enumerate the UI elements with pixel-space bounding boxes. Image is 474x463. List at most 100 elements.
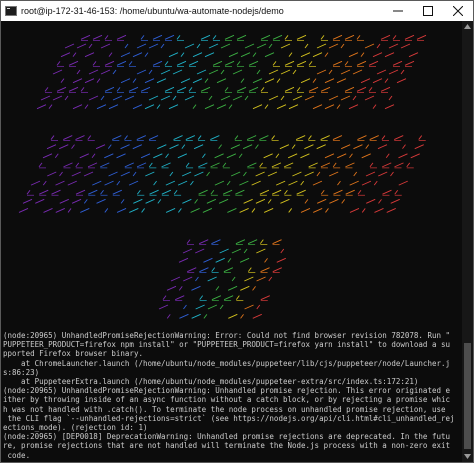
scroll-up-icon[interactable]	[462, 21, 473, 32]
banner-stroke	[219, 304, 224, 310]
banner-stroke	[160, 43, 165, 49]
banner-stroke	[300, 52, 311, 58]
banner-stroke	[414, 144, 424, 150]
terminal-output[interactable]: (node:20965) UnhandledPromiseRejectionWa…	[1, 21, 462, 462]
banner-stroke	[394, 189, 399, 195]
banner-stroke	[292, 69, 297, 75]
banner-stroke	[59, 198, 69, 204]
banner-stroke	[71, 198, 82, 204]
banner-stroke	[176, 60, 187, 66]
banner-stroke	[211, 267, 216, 272]
banner-stroke	[208, 43, 219, 49]
banner-stroke	[259, 135, 269, 140]
banner-stroke	[291, 144, 296, 149]
banner-stroke	[356, 86, 367, 92]
banner-stroke	[288, 104, 299, 110]
banner-stroke	[79, 153, 89, 159]
maximize-icon	[423, 6, 433, 16]
banner-stroke	[52, 69, 63, 75]
minimize-button[interactable]	[383, 1, 413, 21]
banner-stroke	[100, 189, 104, 195]
banner-stroke	[332, 60, 343, 66]
banner-stroke	[328, 95, 339, 101]
banner-stroke	[349, 153, 353, 159]
banner-stroke	[88, 189, 98, 195]
banner-stroke	[256, 276, 266, 282]
banner-stroke	[179, 313, 189, 319]
terminal-icon[interactable]	[5, 6, 17, 16]
banner-stroke	[300, 78, 311, 84]
scroll-down-icon[interactable]	[462, 451, 473, 462]
maximize-button[interactable]	[413, 1, 443, 21]
banner-stroke	[283, 162, 294, 168]
banner-stroke	[181, 171, 192, 177]
banner-stroke	[198, 189, 208, 195]
banner-block	[158, 239, 286, 319]
banner-stroke	[400, 69, 405, 75]
banner-stroke	[132, 104, 143, 110]
banner-stroke	[320, 35, 325, 40]
banner-stroke	[267, 171, 278, 177]
banner-stroke	[18, 208, 29, 213]
banner-stroke	[88, 43, 93, 49]
banner-stroke	[112, 69, 117, 75]
banner-stroke	[304, 171, 314, 177]
banner-stroke	[144, 104, 155, 110]
log-line: s:86:23)	[3, 367, 40, 377]
banner-stroke	[39, 189, 49, 195]
vertical-scrollbar[interactable]	[462, 21, 473, 462]
banner-stroke	[67, 180, 77, 186]
banner-stroke	[313, 208, 323, 213]
title-bar[interactable]: root@ip-172-31-46-153: /home/ubuntu/wa-a…	[1, 1, 473, 21]
banner-stroke	[88, 95, 99, 101]
banner-stroke	[400, 43, 411, 49]
banner-stroke	[196, 43, 201, 49]
banner-stroke	[35, 198, 45, 204]
banner-stroke	[208, 69, 219, 75]
banner-stroke	[275, 180, 286, 186]
banner-stroke	[206, 198, 217, 204]
close-button[interactable]	[443, 1, 473, 21]
banner-stroke	[340, 95, 351, 101]
banner-stroke	[385, 153, 390, 159]
banner-stroke	[212, 35, 217, 40]
banner-stroke	[80, 34, 91, 40]
banner-stroke	[300, 180, 305, 186]
banner-stroke	[183, 304, 187, 310]
banner-stroke	[40, 95, 51, 101]
banner-stroke	[56, 61, 61, 66]
banner-stroke	[212, 60, 223, 66]
banner-stroke	[136, 43, 147, 49]
banner-stroke	[72, 104, 83, 110]
banner-stroke	[224, 34, 235, 40]
banner-stroke	[75, 162, 80, 168]
banner-stroke	[210, 135, 220, 140]
banner-stroke	[172, 95, 177, 101]
banner-stroke	[100, 43, 111, 49]
banner-stroke	[418, 135, 423, 140]
banner-stroke	[184, 43, 195, 49]
banner-stroke	[168, 52, 179, 58]
banner-stroke	[197, 135, 202, 140]
banner-stroke	[220, 43, 231, 49]
banner-stroke	[377, 144, 388, 150]
banner-stroke	[340, 43, 345, 49]
banner-stroke	[349, 180, 359, 186]
banner-stroke	[390, 198, 400, 204]
banner-stroke	[194, 199, 198, 204]
banner-stroke	[252, 313, 262, 319]
banner-stroke	[238, 153, 243, 159]
banner-stroke	[308, 162, 318, 168]
banner-stroke	[308, 86, 319, 92]
log-line: ections_mode). (rejection id: 1)	[3, 423, 148, 433]
banner-stroke	[100, 95, 105, 101]
banner-stroke	[259, 189, 270, 195]
banner-stroke	[204, 52, 215, 58]
banner-stroke	[55, 180, 65, 186]
banner-stroke	[140, 86, 151, 92]
banner-stroke	[226, 153, 237, 159]
banner-stroke	[220, 69, 225, 75]
banner-stroke	[92, 180, 102, 186]
scrollbar-thumb[interactable]	[464, 343, 471, 449]
banner-stroke	[345, 162, 355, 168]
